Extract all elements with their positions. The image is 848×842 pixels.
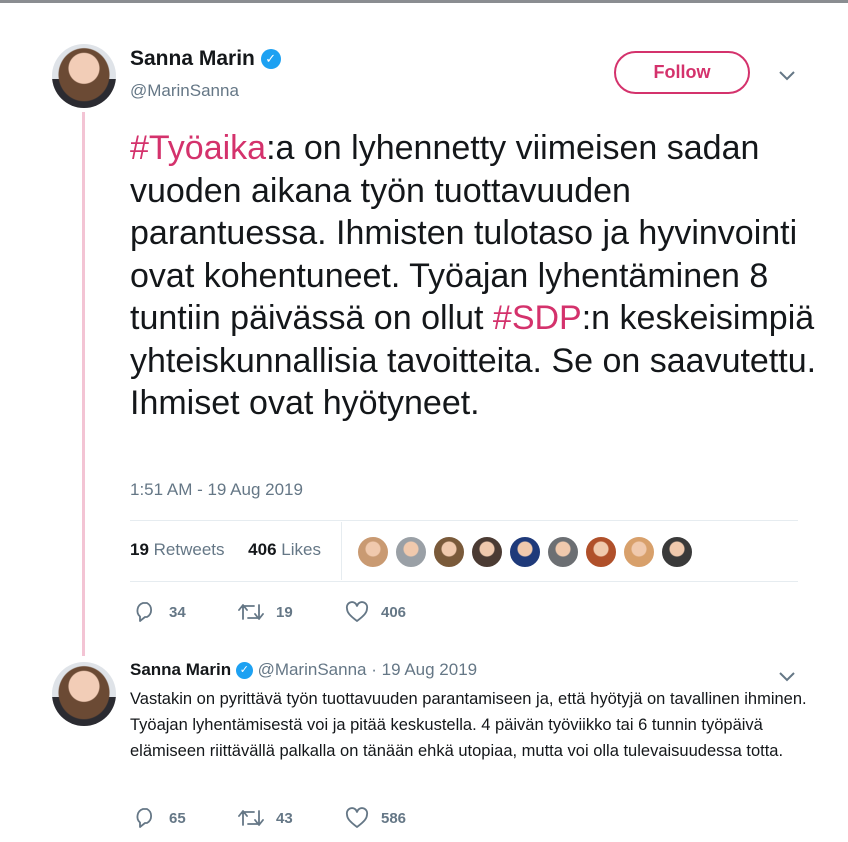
hashtag-link[interactable]: #Työaika [130,129,266,167]
likes-label: Likes [281,540,321,559]
stats-separator [341,522,342,580]
tweet-text: #Työaika:a on lyhennetty viimeisen sadan… [130,127,820,425]
retweet-count: 19 [276,603,293,621]
liker-avatar[interactable] [585,536,617,568]
retweets-count: 19 [130,540,149,559]
liker-avatar[interactable] [433,536,465,568]
like-action[interactable]: 406 [345,601,406,623]
like-icon [345,807,369,828]
author-name[interactable]: Sanna Marin [130,47,255,70]
author-handle[interactable]: @MarinSanna [130,81,239,101]
avatar[interactable] [52,662,116,726]
like-icon [345,601,369,622]
reply-handle[interactable]: @MarinSanna [258,660,367,679]
author-name-row: Sanna Marin ✓ [130,47,281,71]
chevron-down-icon[interactable] [778,665,796,687]
like-count: 586 [381,809,407,827]
reply-icon [136,602,153,622]
retweets-label: Retweets [153,540,225,559]
thread-connector-line [82,112,85,656]
reply-text: Vastakin on pyrittävä työn tuottavuuden … [130,690,807,760]
reply-header: Sanna Marin ✓ @MarinSanna · 19 Aug 2019 [130,660,477,680]
retweet-action[interactable]: 19 [238,601,293,623]
liker-avatar[interactable] [661,536,693,568]
window-top-border [0,0,848,3]
retweet-icon [238,810,264,826]
liker-avatar[interactable] [471,536,503,568]
reply-date[interactable]: 19 Aug 2019 [382,660,477,679]
divider [130,581,798,582]
liker-avatar[interactable] [357,536,389,568]
reply-separator: · [371,660,377,679]
likers-avatars [357,536,699,570]
reply-action[interactable]: 34 [133,601,186,623]
reply-icon [136,808,153,828]
like-count: 406 [381,603,407,621]
retweet-icon [238,604,264,620]
tweet-timestamp[interactable]: 1:51 AM - 19 Aug 2019 [130,480,303,500]
divider [130,520,798,521]
verified-badge-icon: ✓ [260,49,281,70]
reply-count: 65 [169,809,186,827]
like-action[interactable]: 586 [345,807,406,829]
retweet-count: 43 [276,809,293,827]
liker-avatar[interactable] [547,536,579,568]
follow-button[interactable]: Follow [614,51,750,94]
reply-count: 34 [169,603,186,621]
avatar[interactable] [52,44,116,108]
verified-badge-icon: ✓ [235,662,253,680]
liker-avatar[interactable] [509,536,541,568]
retweets-stat[interactable]: 19 Retweets [130,540,225,559]
likes-count: 406 [248,540,277,559]
liker-avatar[interactable] [395,536,427,568]
chevron-down-icon[interactable] [778,64,796,86]
tweet-stats: 19 Retweets 406 Likes [130,540,321,560]
likes-stat[interactable]: 406 Likes [248,540,321,559]
liker-avatar[interactable] [623,536,655,568]
reply-action[interactable]: 65 [133,807,186,829]
hashtag-link[interactable]: #SDP [493,299,582,337]
reply-author-name[interactable]: Sanna Marin [130,660,231,679]
retweet-action[interactable]: 43 [238,807,293,829]
